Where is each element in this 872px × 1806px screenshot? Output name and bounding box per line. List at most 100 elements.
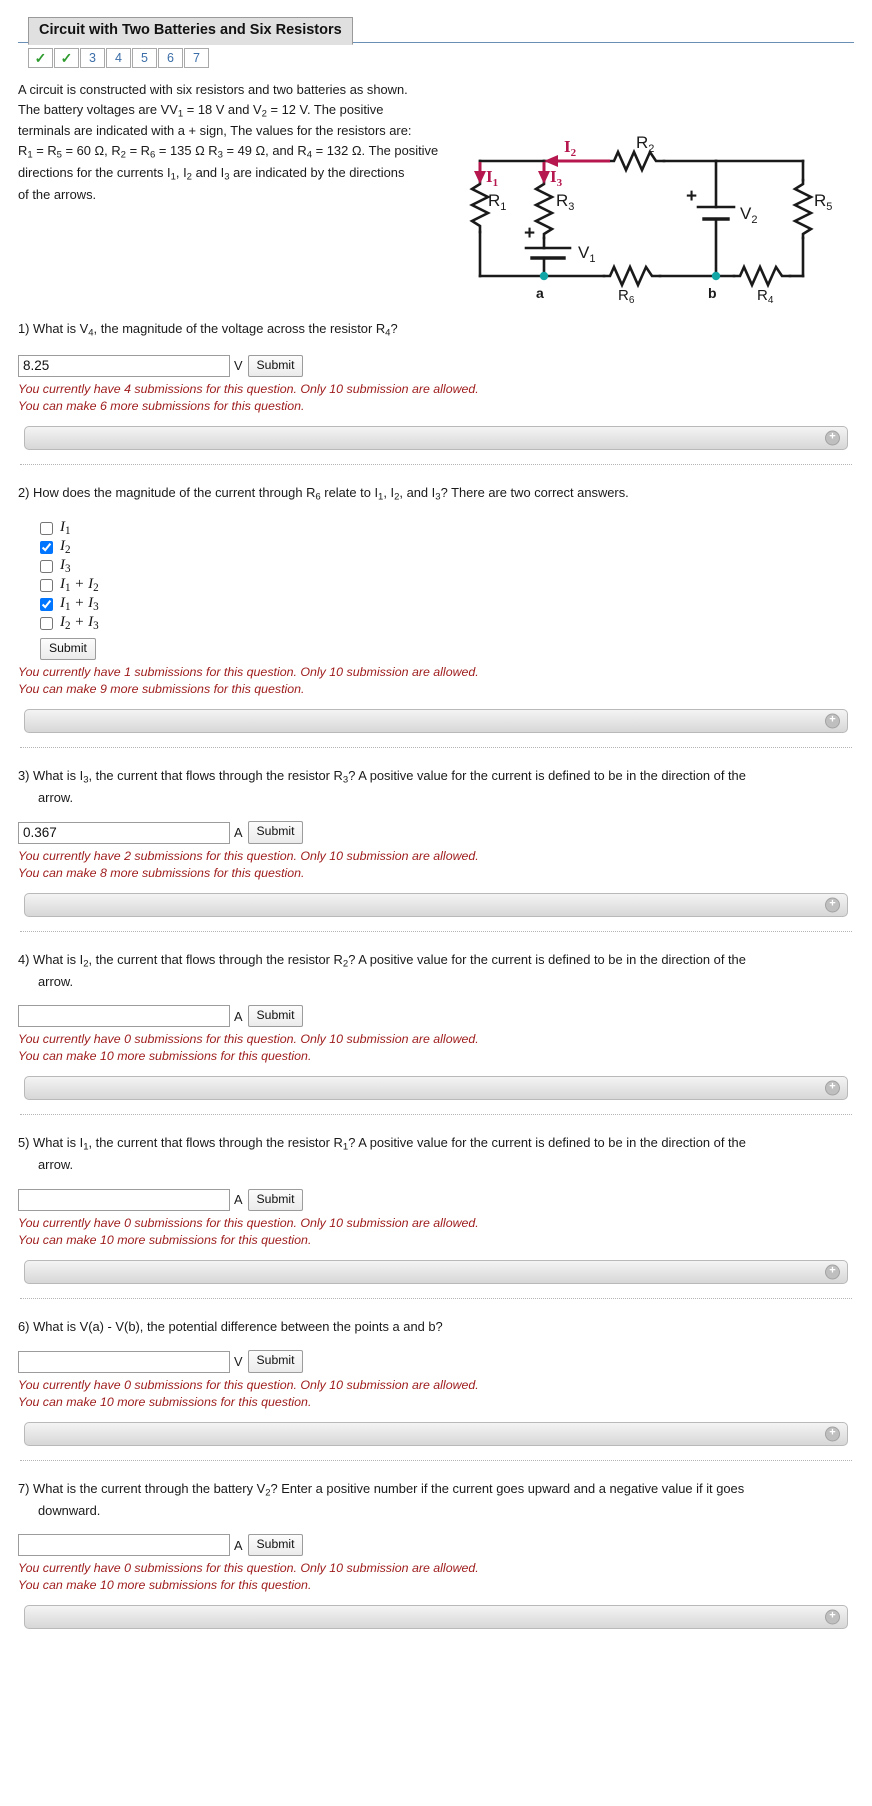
page-title: Circuit with Two Batteries and Six Resis…	[28, 17, 353, 45]
intro-line-1: A circuit is constructed with six resist…	[18, 82, 408, 97]
question-7-input[interactable]	[18, 1534, 230, 1557]
question-3-divider	[20, 930, 852, 932]
question-1-divider	[20, 464, 852, 466]
plus-icon[interactable]: +	[825, 897, 840, 913]
plus-icon[interactable]: +	[825, 1609, 840, 1625]
question-7-submission-count: You currently have 0 submissions for thi…	[18, 1561, 479, 1576]
question-3-expander[interactable]: +	[24, 892, 848, 917]
question-2-divider	[20, 747, 852, 749]
label-node-b: b	[708, 285, 717, 301]
question-2-choice-0[interactable]: I1	[40, 519, 854, 538]
question-6-text: 6) What is V(a) - V(b), the potential di…	[18, 1319, 443, 1335]
label-v2: V2	[740, 204, 757, 226]
label-plus-v2: +	[686, 186, 697, 207]
plus-icon[interactable]: +	[825, 713, 840, 729]
intro-line-6: of the arrows.	[18, 186, 97, 202]
question-6-unit: V	[234, 1354, 243, 1369]
question-6-expander[interactable]: +	[24, 1421, 848, 1446]
question-6-divider	[20, 1459, 852, 1461]
question-6-remaining-count: You can make 10 more submissions for thi…	[18, 1394, 312, 1409]
question-5-submission-count: You currently have 0 submissions for thi…	[18, 1215, 479, 1230]
question-tab-5[interactable]: 5	[132, 48, 157, 68]
question-5-input[interactable]	[18, 1188, 230, 1211]
question-tabstrip[interactable]: ✓ ✓ 3 4 5 6 7	[28, 48, 854, 68]
question-4-expander[interactable]: +	[24, 1076, 848, 1101]
question-1-submit-button[interactable]: Submit	[247, 354, 304, 377]
question-2-checkbox-0[interactable]	[40, 521, 53, 535]
intro-line-5: directions for the currents I1, I2 and I…	[18, 164, 405, 183]
question-tab-7[interactable]: 7	[184, 48, 209, 68]
label-i2: I2	[564, 137, 577, 159]
question-6-submission-count: You currently have 0 submissions for thi…	[18, 1377, 479, 1392]
question-2-checkbox-1[interactable]	[40, 540, 53, 554]
question-tab-3[interactable]: 3	[80, 48, 105, 68]
question-5-submit-button[interactable]: Submit	[247, 1188, 304, 1211]
question-2-choice-5[interactable]: I2 + I3	[40, 614, 854, 633]
question-1-remaining-count: You can make 6 more submissions for this…	[18, 399, 305, 414]
question-tab-1[interactable]: ✓	[28, 48, 53, 68]
question-tab-2[interactable]: ✓	[54, 48, 79, 68]
plus-icon[interactable]: +	[825, 430, 840, 446]
problem-statement-text: A circuit is constructed with six resist…	[18, 80, 468, 204]
question-2-remaining-count: You can make 9 more submissions for this…	[18, 682, 305, 697]
question-2-checkbox-3[interactable]	[40, 578, 53, 592]
question-2-choice-3[interactable]: I1 + I2	[40, 576, 854, 595]
label-r6: R6	[618, 287, 635, 306]
question-3-input[interactable]	[18, 821, 230, 844]
label-r3: R3	[556, 191, 574, 213]
question-5-remaining-count: You can make 10 more submissions for thi…	[18, 1232, 312, 1247]
question-5-answer-row: A Submit	[18, 1188, 854, 1211]
question-5-expander[interactable]: +	[24, 1260, 848, 1285]
question-7-expander[interactable]: +	[24, 1605, 848, 1630]
question-7: 7) What is the current through the batte…	[18, 1479, 854, 1630]
question-1-answer-row: V Submit	[18, 354, 854, 377]
question-4-input[interactable]	[18, 1005, 230, 1028]
question-2-submit-button[interactable]: Submit	[40, 637, 96, 661]
question-4-answer-row: A Submit	[18, 1004, 854, 1028]
question-tab-6[interactable]: 6	[158, 48, 183, 68]
question-1: 1) What is V4, the magnitude of the volt…	[18, 319, 854, 466]
question-6-submit-button[interactable]: Submit	[247, 1350, 304, 1373]
question-1-input[interactable]	[18, 354, 230, 377]
plus-icon[interactable]: +	[825, 1426, 840, 1442]
label-r1: R1	[488, 191, 506, 213]
assignment-page: Circuit with Two Batteries and Six Resis…	[0, 0, 872, 1806]
question-7-text: 7) What is the current through the batte…	[18, 1480, 745, 1518]
plus-icon[interactable]: +	[825, 1080, 840, 1096]
question-tab-4[interactable]: 4	[106, 48, 131, 68]
question-4-unit: A	[234, 1008, 243, 1024]
question-6-input[interactable]	[18, 1350, 230, 1373]
question-2-choice-4-label: I1 + I3	[60, 594, 99, 613]
question-5-text: 5) What is I1, the current that flows th…	[18, 1135, 746, 1173]
circuit-diagram: R1 R2 R3 R4 R5 R6 V1 V2 + + a b I1 I2 I3	[458, 76, 872, 306]
question-2-choice-1[interactable]: I2	[40, 538, 854, 557]
question-2-choice-3-label: I1 + I2	[60, 575, 99, 594]
question-3-text: 3) What is I3, the current that flows th…	[18, 768, 746, 806]
question-7-remaining-count: You can make 10 more submissions for thi…	[18, 1578, 312, 1593]
question-4: 4) What is I2, the current that flows th…	[18, 950, 854, 1116]
question-2-checkbox-4[interactable]	[40, 597, 53, 611]
question-3-remaining-count: You can make 8 more submissions for this…	[18, 865, 305, 880]
question-4-submit-button[interactable]: Submit	[247, 1004, 304, 1028]
question-3-submit-button[interactable]: Submit	[247, 821, 304, 844]
question-6: 6) What is V(a) - V(b), the potential di…	[18, 1317, 854, 1461]
plus-icon[interactable]: +	[825, 1264, 840, 1280]
question-2-choice-4[interactable]: I1 + I3	[40, 595, 854, 614]
question-2-choice-1-label: I2	[60, 537, 71, 556]
question-7-submit-button[interactable]: Submit	[247, 1533, 304, 1557]
intro-line-3: terminals are indicated with a + sign, T…	[18, 123, 412, 139]
label-node-a: a	[536, 285, 544, 301]
question-2-choice-2[interactable]: I3	[40, 557, 854, 576]
question-2-expander[interactable]: +	[24, 709, 848, 734]
question-1-text: 1) What is V4, the magnitude of the volt…	[18, 321, 398, 339]
intro-line-2: The battery voltages are VV1 = 18 V and …	[18, 101, 384, 119]
question-3: 3) What is I3, the current that flows th…	[18, 766, 854, 932]
question-2-text: 2) How does the magnitude of the current…	[18, 485, 629, 503]
question-1-expander[interactable]: +	[24, 426, 848, 451]
question-4-remaining-count: You can make 10 more submissions for thi…	[18, 1049, 312, 1064]
question-6-answer-row: V Submit	[18, 1350, 854, 1373]
question-2-checkbox-5[interactable]	[40, 616, 53, 630]
title-bar: Circuit with Two Batteries and Six Resis…	[18, 16, 854, 45]
question-1-unit: V	[234, 358, 243, 374]
question-2-checkbox-2[interactable]	[40, 559, 53, 573]
